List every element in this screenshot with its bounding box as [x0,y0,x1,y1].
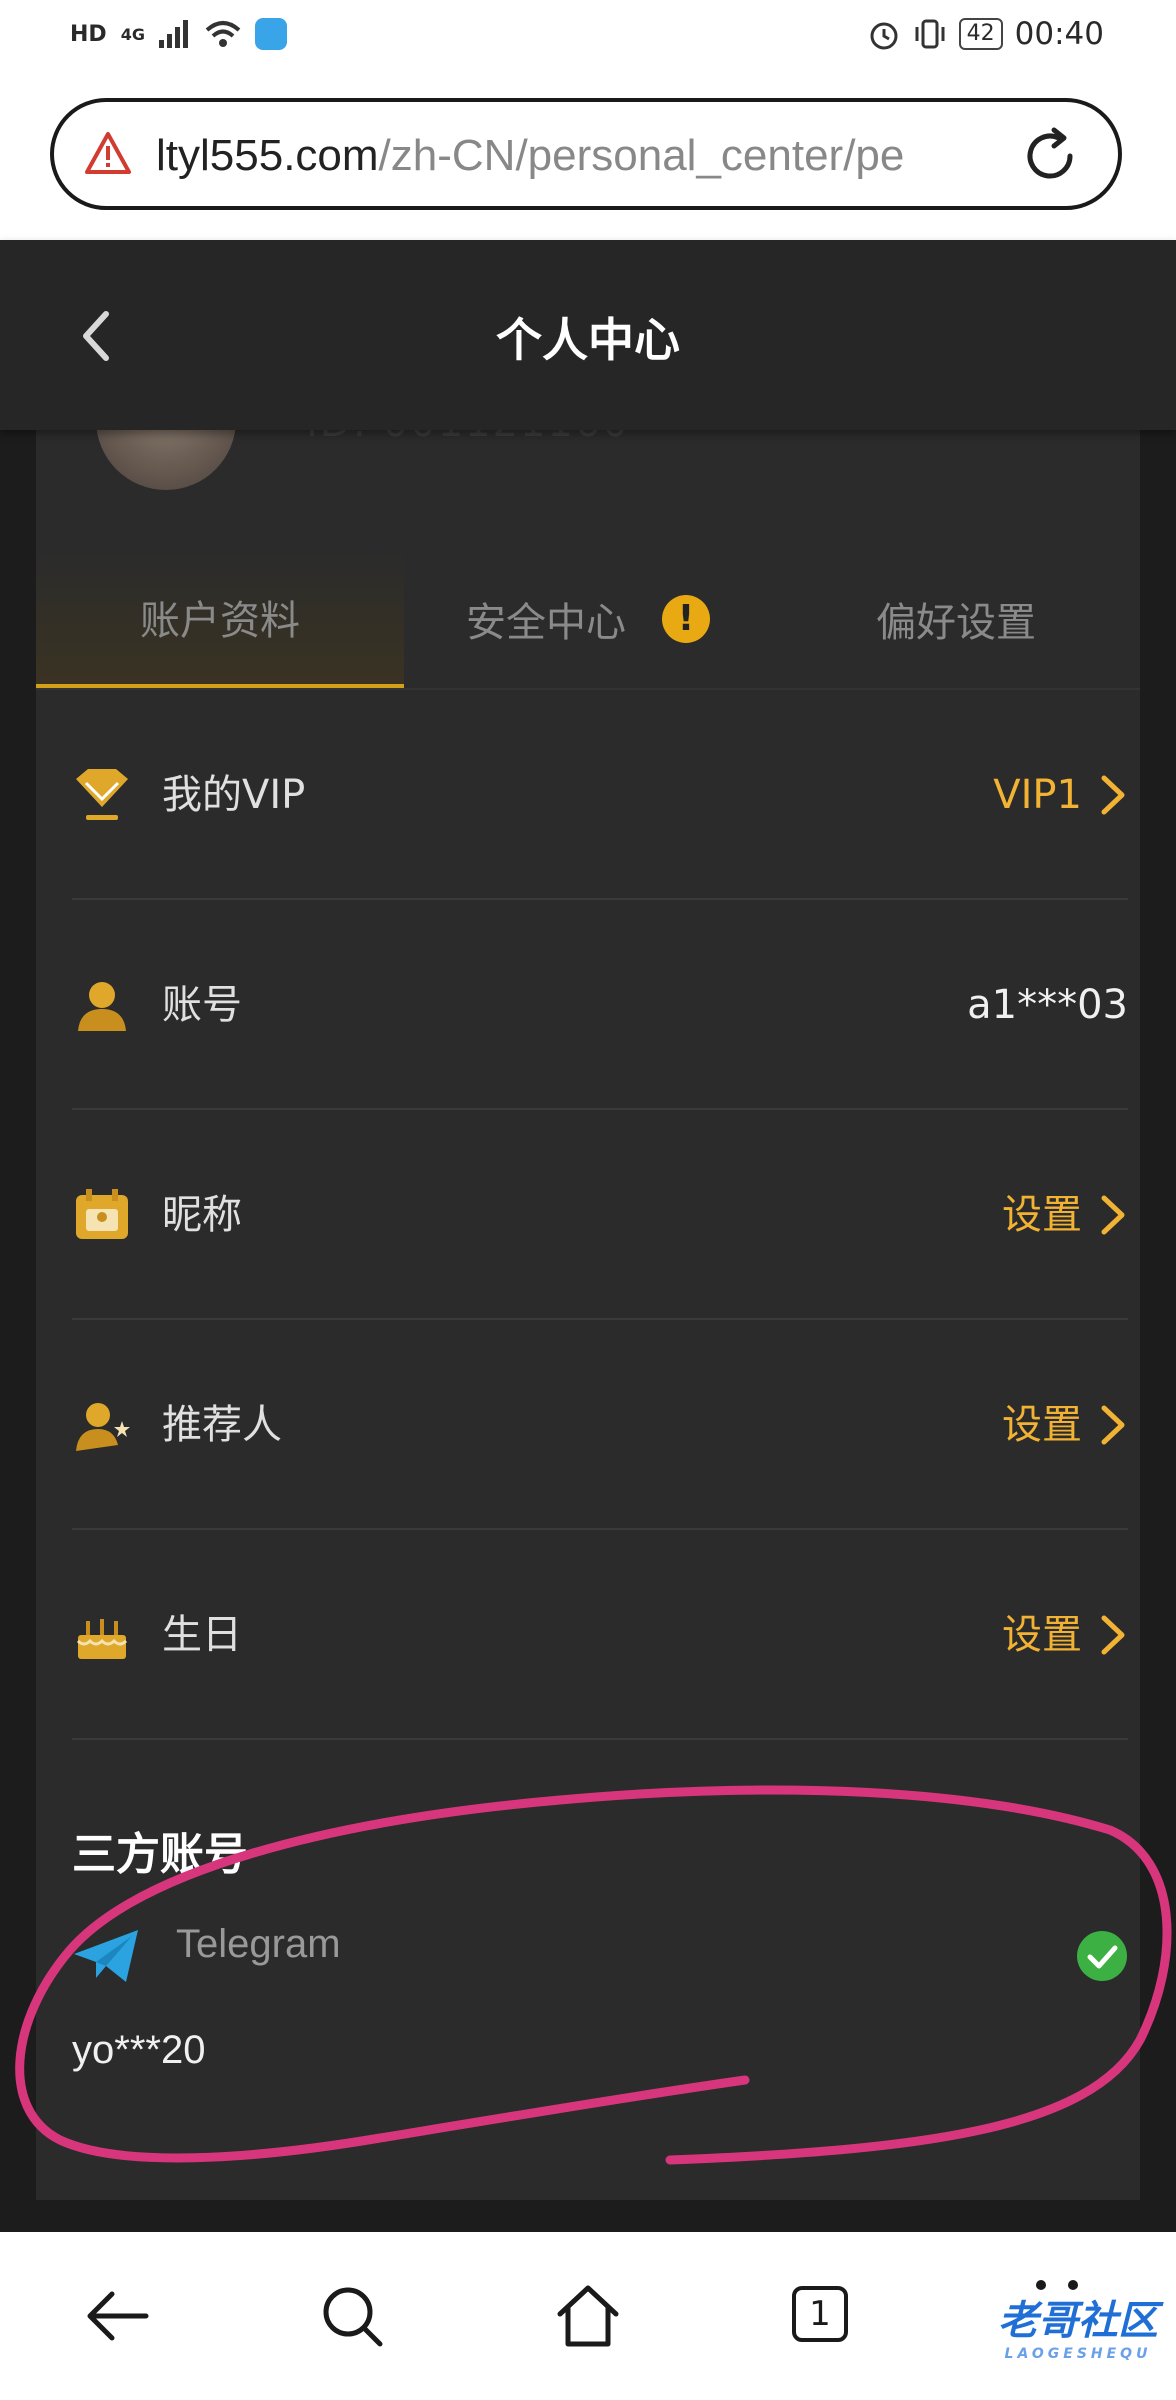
watermark-text: 老哥社区 [998,2298,1158,2344]
tab-label: 安全中心 [466,600,626,646]
row-label: 推荐人 [162,1402,282,1448]
reload-icon[interactable] [1018,124,1082,188]
telegram-binding[interactable]: Telegram [72,1910,1128,2000]
account-value: a1***03 [967,982,1128,1028]
tabs-icon[interactable]: 1 [786,2280,858,2352]
hd-indicator: HD [70,21,107,47]
referrer-set-link[interactable]: 设置 [1002,1320,1082,1530]
page-title: 个人中心 [496,313,680,367]
tabs-count: 1 [792,2286,848,2342]
home-icon[interactable] [552,2280,624,2352]
network-indicator: 4G [120,24,145,44]
telegram-icon [74,1930,138,1982]
url-text[interactable]: ltyl555.com/zh-CN/personal_center/pe [156,126,1036,186]
tab-account-info[interactable]: 账户资料 [36,550,404,688]
tab-label: 偏好设置 [876,600,1036,646]
nickname-set-link[interactable]: 设置 [1002,1110,1082,1320]
browser-nav-bar: 1 老哥社区 LAOGESHEQU [0,2232,1176,2400]
row-label: 账号 [162,982,242,1028]
search-icon[interactable] [316,2280,388,2352]
vip-level: VIP1 [993,772,1082,818]
back-icon[interactable] [82,2280,154,2352]
tab-preferences[interactable]: 偏好设置 [772,550,1140,688]
warning-triangle-icon[interactable] [84,130,132,178]
clock: 00:40 [1014,16,1104,52]
personal-center-panel: ID: 001121160 账户资料 安全中心 ! 偏好设置 我的VIP VIP… [36,390,1140,2200]
chevron-right-icon [1101,775,1125,815]
vibrate-icon [915,19,945,49]
row-nickname[interactable]: 昵称 设置 [72,1110,1128,1320]
birthday-set-link[interactable]: 设置 [1002,1530,1082,1740]
signal-icon [158,20,188,48]
battery-level: 42 [958,18,1003,50]
app-header: 个人中心 [0,240,1176,430]
referrer-icon [76,1403,130,1451]
vip-diamond-icon [76,769,128,820]
row-label: 我的VIP [162,772,306,818]
url-path: /zh-CN/personal_center/pe [378,131,905,180]
tab-bar: 账户资料 安全中心 ! 偏好设置 [36,550,1140,690]
chevron-right-icon [1101,1195,1125,1235]
status-bar: HD 4G 42 00:40 [0,0,1176,74]
row-label: 昵称 [162,1192,242,1238]
address-bar[interactable]: ltyl555.com/zh-CN/personal_center/pe [50,98,1122,210]
third-party-title: 三方账号 [72,1829,248,1880]
cake-icon [76,1619,128,1659]
id-card-icon [76,1189,128,1239]
app-icon [254,18,287,50]
telegram-username: yo***20 [72,2028,206,2072]
row-referrer[interactable]: 推荐人 设置 [72,1320,1128,1530]
row-account: 账号 a1***03 [72,900,1128,1110]
row-my-vip[interactable]: 我的VIP VIP1 [72,690,1128,900]
tab-label: 账户资料 [140,598,300,644]
user-icon [78,982,126,1031]
alarm-icon [870,22,898,50]
url-host: ltyl555.com [156,131,379,180]
check-circle-icon [1077,1931,1127,1981]
row-birthday[interactable]: 生日 设置 [72,1530,1128,1740]
exclamation-badge-icon: ! [662,595,710,643]
row-label: 生日 [162,1612,242,1658]
chevron-right-icon [1101,1405,1125,1445]
watermark-subtext: LAOGESHEQU [1004,2346,1152,2362]
chevron-right-icon [1101,1615,1125,1655]
watermark-logo: 老哥社区 LAOGESHEQU [998,2288,1158,2362]
wifi-icon [205,21,241,47]
tab-security-center[interactable]: 安全中心 ! [404,550,772,688]
service-name: Telegram [176,1922,341,1966]
browser-toolbar: ltyl555.com/zh-CN/personal_center/pe [0,74,1176,240]
